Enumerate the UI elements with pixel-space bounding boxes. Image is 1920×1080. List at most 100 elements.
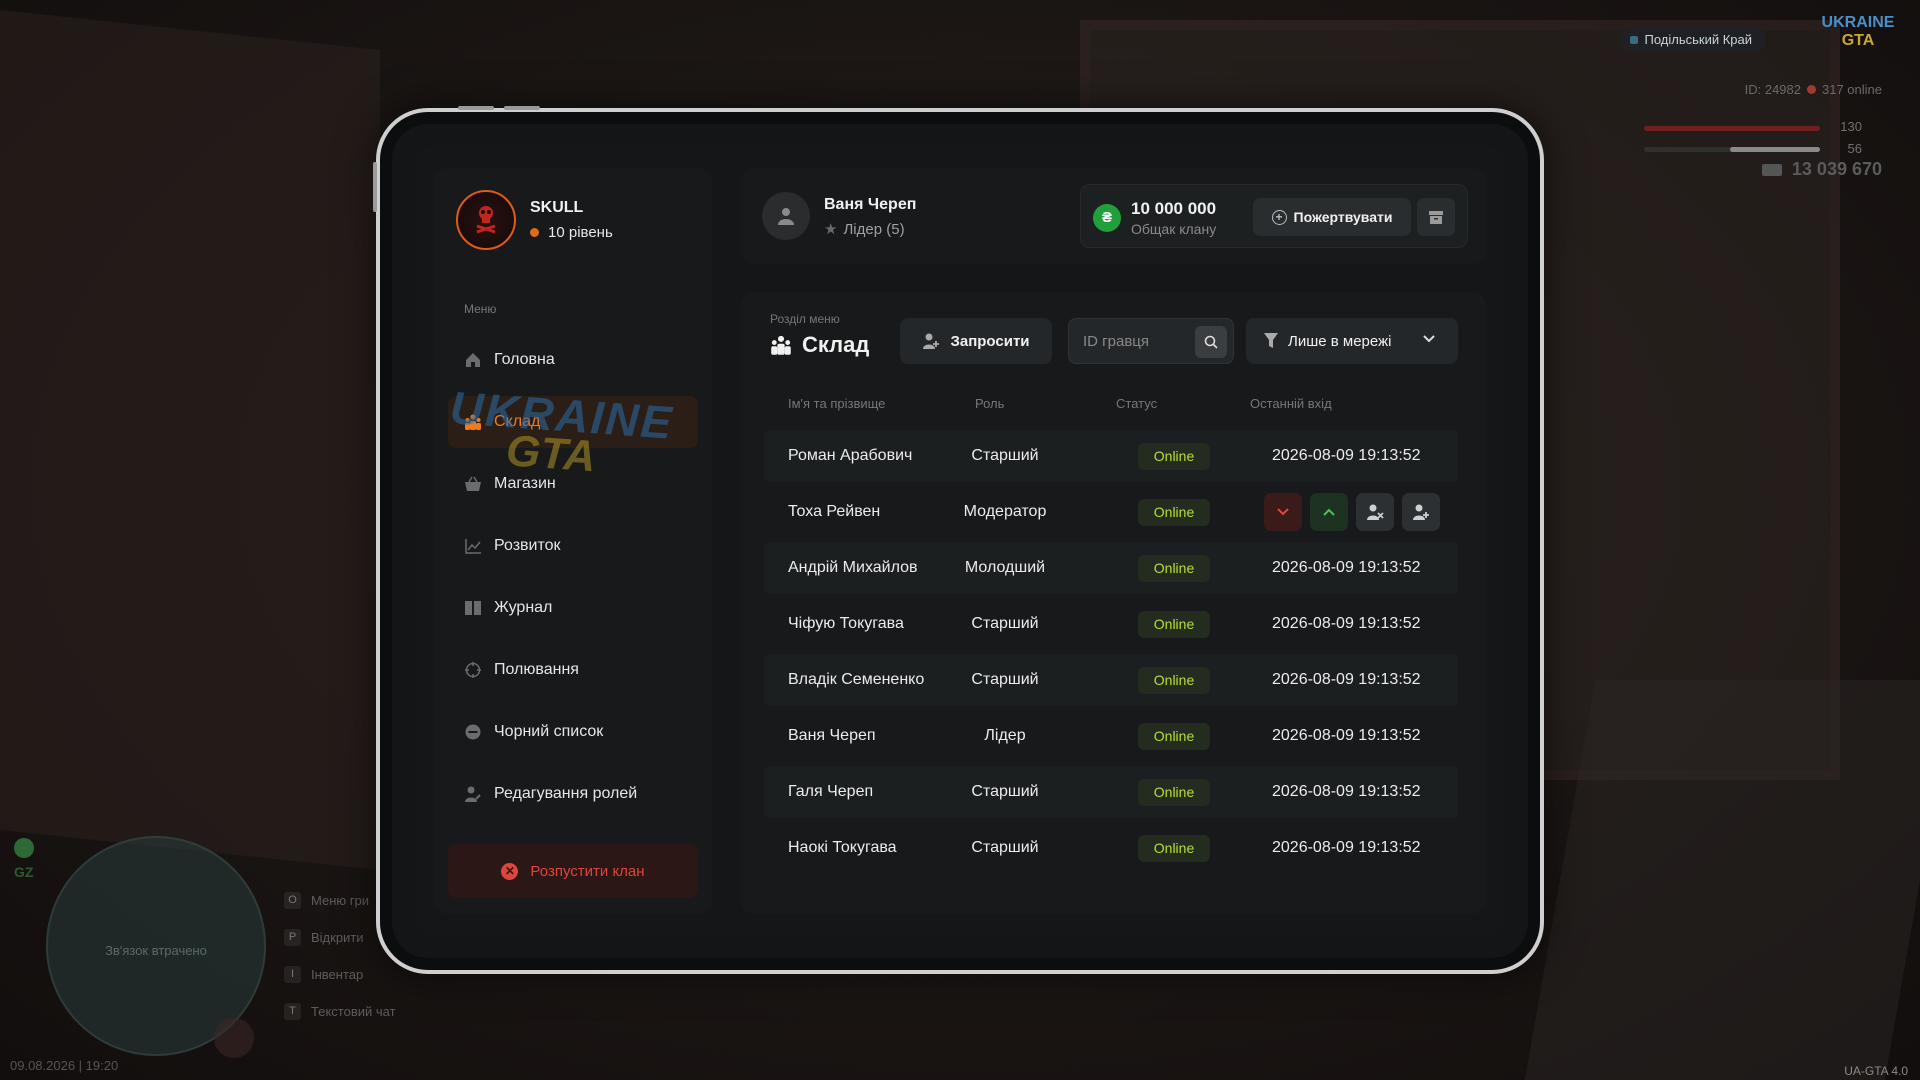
search-button[interactable] <box>1195 326 1227 358</box>
money-value: 13 039 670 <box>1791 159 1882 179</box>
basket-icon <box>464 475 482 493</box>
kick-member-button[interactable] <box>1356 493 1394 531</box>
member-name: Галя Череп <box>788 783 874 800</box>
promote-button[interactable] <box>1310 493 1348 531</box>
server-icon <box>1630 36 1639 44</box>
sidebar-menu: Головна Склад Магазин Розвиток Журнал По… <box>448 334 698 830</box>
status-badge: Online <box>1138 723 1210 750</box>
user-name: Ваня Череп <box>824 196 917 213</box>
player-id-input[interactable] <box>1083 330 1183 352</box>
disband-clan-button[interactable]: ✕ Розпустити клан <box>448 844 698 898</box>
sidebar-item-label: Чорний список <box>494 723 604 740</box>
table-row[interactable]: Ваня Череп Лідер Online 2026-08-09 19:13… <box>764 710 1458 762</box>
hotkey-key: I <box>284 966 301 983</box>
sidebar-item-shop[interactable]: Магазин <box>448 458 698 510</box>
menu-title: Меню <box>464 302 497 316</box>
member-role: Модератор <box>963 503 1047 520</box>
zone-indicator: GZ <box>14 838 34 880</box>
search-icon <box>1204 335 1218 349</box>
last-login: 2026-08-09 19:13:52 <box>1272 671 1421 688</box>
hotkey-key: T <box>284 1003 301 1020</box>
member-actions <box>1264 493 1448 531</box>
home-icon <box>464 351 482 369</box>
filter-label: Лише в мережі <box>1288 332 1392 350</box>
last-login: 2026-08-09 19:13:52 <box>1272 727 1421 744</box>
hotkey-key: O <box>284 892 301 909</box>
hotkey-row: I Інвентар <box>284 958 396 991</box>
logo-bottom: GTA <box>1841 32 1875 49</box>
version-label: UA-GTA 4.0 <box>1844 1064 1908 1078</box>
clan-name: SKULL <box>530 199 584 216</box>
health-value: 130 <box>1840 119 1862 134</box>
table-row[interactable]: Владік Семененко Старший Online 2026-08-… <box>764 654 1458 706</box>
last-login: 2026-08-09 19:13:52 <box>1272 839 1421 856</box>
hotkey-label: Меню гри <box>311 893 369 908</box>
ban-icon <box>464 723 482 741</box>
table-row[interactable]: Андрій Михайлов Молодший Online 2026-08-… <box>764 542 1458 594</box>
donate-button[interactable]: + Пожертвувати <box>1253 198 1411 236</box>
hotkey-row: T Текстовий чат <box>284 995 396 1028</box>
table-row[interactable]: Наокі Токугава Старший Online 2026-08-09… <box>764 822 1458 874</box>
section-title-text: Склад <box>802 332 870 357</box>
balance-label: Общак клану <box>1131 221 1217 237</box>
sidebar-item-development[interactable]: Розвиток <box>448 520 698 572</box>
member-role: Старший <box>971 671 1039 688</box>
sidebar-item-blacklist[interactable]: Чорний список <box>448 706 698 758</box>
user-edit-icon <box>464 785 482 803</box>
table-row[interactable]: Галя Череп Старший Online 2026-08-09 19:… <box>764 766 1458 818</box>
user-role-text: Лідер (5) <box>843 221 905 238</box>
sidebar-item-label: Магазин <box>494 475 556 492</box>
sidebar-item-label: Склад <box>494 413 541 430</box>
tablet-button <box>504 106 540 110</box>
sidebar-item-roles[interactable]: Редагування ролей <box>448 768 698 820</box>
last-login: 2026-08-09 19:13:52 <box>1272 615 1421 632</box>
sidebar-item-label: Головна <box>494 351 555 368</box>
section-title: Склад <box>770 332 869 358</box>
tablet-screen: SKULL 10 рівень Меню Головна Склад Магаз… <box>414 146 1506 936</box>
table-row[interactable]: Чіфую Токугава Старший Online 2026-08-09… <box>764 598 1458 650</box>
sidebar-item-hunting[interactable]: Полювання <box>448 644 698 696</box>
status-badge: Online <box>1138 555 1210 582</box>
add-user-icon <box>1413 504 1429 520</box>
member-role: Старший <box>971 615 1039 632</box>
sidebar: SKULL 10 рівень Меню Головна Склад Магаз… <box>434 168 712 914</box>
donate-label: Пожертвувати <box>1293 209 1393 225</box>
sidebar-item-journal[interactable]: Журнал <box>448 582 698 634</box>
last-login: 2026-08-09 19:13:52 <box>1272 447 1421 464</box>
storage-button[interactable] <box>1417 198 1455 236</box>
user-role: ★ Лідер (5) <box>824 220 905 238</box>
book-icon <box>464 599 482 617</box>
chevron-down-icon <box>1423 335 1435 343</box>
server-badge: Подільський Край <box>1620 28 1766 52</box>
status-badge: Online <box>1138 611 1210 638</box>
online-filter-dropdown[interactable]: Лише в мережі <box>1246 318 1458 364</box>
sidebar-item-home[interactable]: Головна <box>448 334 698 386</box>
game-logo: UKRAINE GTA <box>1816 14 1900 58</box>
demote-button[interactable] <box>1264 493 1302 531</box>
sidebar-item-label: Полювання <box>494 661 579 678</box>
money-display: 13 039 670 <box>1761 159 1882 180</box>
hotkey-label: Відкрити <box>311 930 364 945</box>
filter-icon <box>1264 333 1278 348</box>
online-count: 317 online <box>1822 82 1882 97</box>
background-wall <box>0 10 380 870</box>
clan-avatar <box>456 190 516 250</box>
member-role: Молодший <box>964 559 1046 576</box>
balance-value: 10 000 000 <box>1131 199 1217 218</box>
sidebar-item-label: Розвиток <box>494 537 561 554</box>
member-name: Роман Арабович <box>788 447 913 464</box>
member-role: Старший <box>971 447 1039 464</box>
microphone-icon <box>214 1018 254 1058</box>
invite-button[interactable]: Запросити <box>900 318 1052 364</box>
sidebar-item-label: Редагування ролей <box>494 785 638 802</box>
status-badge: Online <box>1138 667 1210 694</box>
members-table: Роман Арабович Старший Online 2026-08-09… <box>764 430 1458 878</box>
status-badge: Online <box>1138 443 1210 470</box>
sidebar-item-label: Журнал <box>494 599 553 616</box>
player-id: ID: 24982 <box>1744 82 1801 97</box>
table-row[interactable]: Тоха Рейвен Модератор Online <box>764 486 1458 538</box>
table-row[interactable]: Роман Арабович Старший Online 2026-08-09… <box>764 430 1458 482</box>
add-member-button[interactable] <box>1402 493 1440 531</box>
members-icon <box>464 413 482 431</box>
sidebar-item-members[interactable]: Склад <box>448 396 698 448</box>
